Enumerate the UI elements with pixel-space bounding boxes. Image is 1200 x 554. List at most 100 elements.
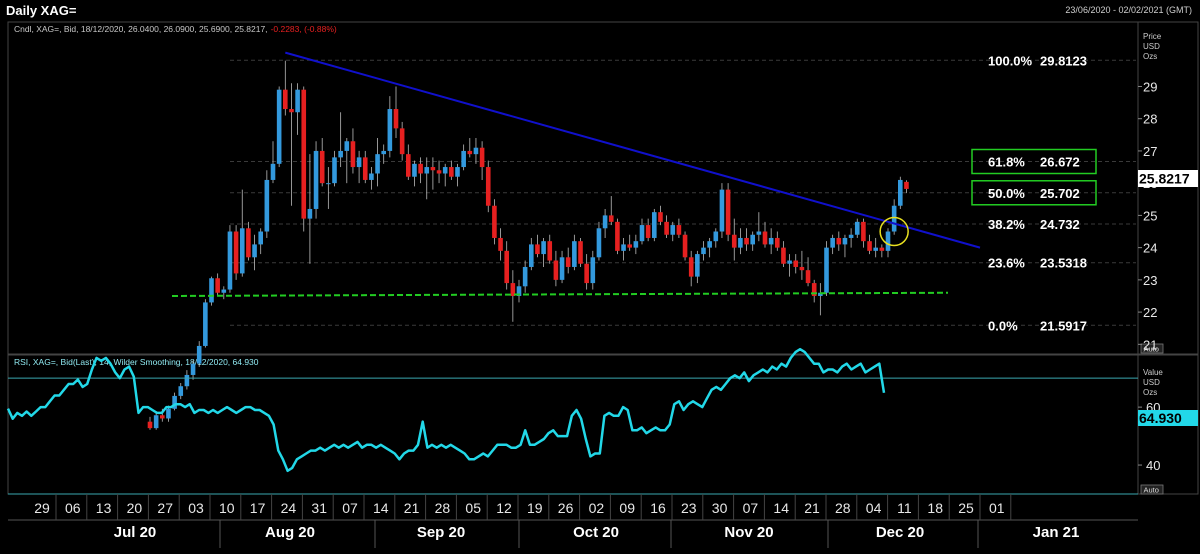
candle — [393, 86, 399, 139]
candle — [867, 234, 872, 255]
candle-body — [227, 231, 233, 290]
candle-body — [492, 205, 497, 238]
candle-body — [319, 150, 325, 184]
candle-body — [455, 167, 460, 177]
candle-body — [768, 237, 774, 245]
candle-body — [362, 157, 368, 180]
date-tick-label: 21 — [804, 500, 820, 516]
date-tick-label: 03 — [188, 500, 204, 516]
candle-body — [898, 179, 903, 206]
date-tick-label: 07 — [342, 500, 358, 516]
candle — [301, 86, 307, 232]
candle — [209, 276, 214, 306]
price-axis-title-3: Ozs — [1143, 52, 1157, 61]
candle — [319, 138, 325, 187]
candle-body — [442, 167, 448, 174]
candle-body — [406, 154, 411, 177]
candle-body — [270, 163, 276, 180]
candle-body — [153, 415, 159, 429]
candle-body — [473, 147, 479, 155]
candle-body — [879, 247, 885, 251]
price-legend: Cndl, XAG=, Bid, 18/12/2020, 26.0400, 26… — [14, 24, 337, 34]
candle-body — [485, 167, 491, 206]
candle — [664, 215, 669, 238]
candle-body — [578, 241, 583, 264]
candle-body — [781, 247, 786, 264]
candle — [246, 221, 251, 261]
candle-body — [412, 163, 417, 177]
candle — [375, 138, 380, 187]
candle-body — [904, 181, 909, 189]
candle-body — [246, 228, 251, 258]
candle — [529, 237, 534, 271]
candle — [153, 412, 159, 430]
date-tick-label: 18 — [927, 500, 943, 516]
fib-value: 23.5318 — [1040, 256, 1087, 271]
candle — [627, 234, 632, 251]
candle — [848, 228, 854, 248]
candle — [467, 138, 473, 158]
fib-value: 21.5917 — [1040, 318, 1087, 333]
candle-body — [596, 228, 602, 258]
candle — [258, 228, 263, 255]
candle-body — [713, 231, 719, 242]
candle-body — [504, 250, 509, 284]
candle — [276, 86, 282, 168]
candle-body — [762, 231, 768, 245]
date-tick-label: 11 — [897, 500, 912, 516]
candle-body — [670, 225, 676, 235]
candle — [602, 208, 608, 238]
candle — [768, 228, 774, 255]
candle — [147, 416, 153, 430]
candle — [283, 60, 288, 116]
candle-body — [744, 237, 749, 245]
date-tick-label: 12 — [496, 500, 512, 516]
candle — [676, 218, 682, 238]
candle-body — [719, 189, 725, 232]
last-price-value: 25.8217 — [1139, 171, 1190, 187]
candle-body — [399, 128, 405, 155]
rsi-tick-label: 40 — [1146, 458, 1160, 473]
candle-body — [313, 150, 319, 209]
candle — [590, 250, 596, 290]
candle — [227, 225, 233, 293]
candle — [775, 231, 780, 251]
candle — [584, 254, 589, 290]
candle-body — [356, 157, 362, 168]
candle — [436, 160, 442, 184]
candle — [295, 83, 300, 135]
candle — [356, 150, 362, 184]
candle-body — [326, 183, 331, 185]
candle-body — [498, 237, 503, 251]
candle — [442, 163, 448, 187]
candle-body — [836, 237, 842, 245]
candle-body — [602, 215, 608, 229]
month-label: Jan 21 — [1033, 524, 1080, 541]
candle — [307, 154, 313, 264]
month-label: Sep 20 — [417, 524, 465, 541]
candle — [455, 163, 460, 187]
candle-body — [307, 208, 313, 219]
candle — [178, 383, 184, 400]
candle — [811, 279, 817, 303]
candle — [350, 128, 356, 174]
candle-body — [559, 257, 565, 280]
candle — [658, 205, 663, 226]
candle — [873, 237, 878, 258]
candle — [479, 141, 485, 180]
price-tick-label: 24 — [1143, 241, 1157, 256]
date-tick-label: 06 — [65, 500, 81, 516]
candle — [553, 250, 559, 287]
candle-body — [608, 215, 614, 222]
candle-body — [375, 154, 380, 174]
rsi-auto-button[interactable]: Auto — [1140, 484, 1164, 495]
candle-body — [639, 225, 645, 242]
candle-body — [861, 221, 866, 242]
fib-value: 26.672 — [1040, 155, 1080, 170]
date-tick-label: 28 — [435, 500, 451, 516]
candle-body — [793, 260, 799, 267]
candle-body — [381, 150, 386, 155]
last-rsi-badge: 64.930 — [1138, 410, 1198, 426]
date-tick-label: 24 — [281, 500, 297, 516]
candle-body — [436, 170, 442, 174]
